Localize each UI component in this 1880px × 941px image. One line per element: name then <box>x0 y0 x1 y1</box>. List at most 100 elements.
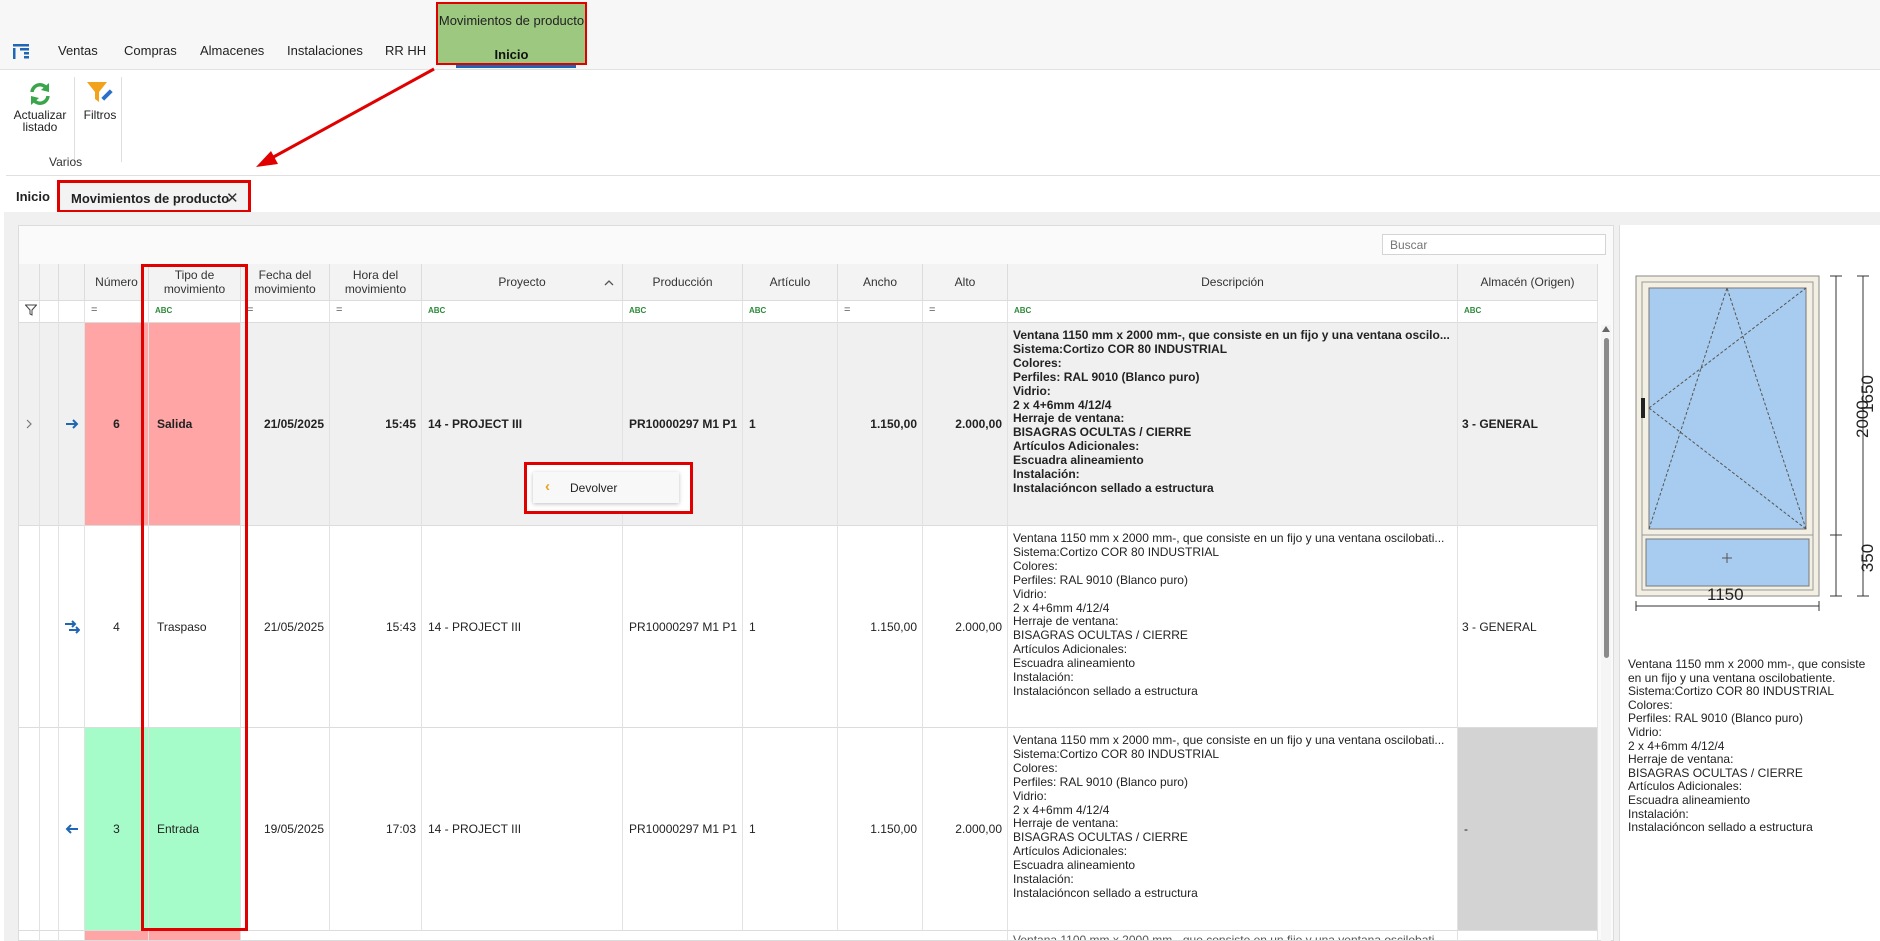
cell-almacen[interactable] <box>1458 931 1598 941</box>
ribbon: Actualizar listado Filtros Varios <box>6 71 1880 176</box>
header-numero[interactable]: Número <box>85 264 149 301</box>
menu-almacenes[interactable]: Almacenes <box>200 43 264 58</box>
cell-fecha[interactable]: 21/05/2025 <box>241 526 330 728</box>
header-almacen[interactable]: Almacén (Origen) <box>1458 264 1598 301</box>
header-ancho[interactable]: Ancho <box>838 264 923 301</box>
row-type-icon-cell <box>59 931 85 941</box>
filter-equals-icon: = <box>91 304 98 316</box>
filter-ancho[interactable]: = <box>838 301 923 323</box>
filter-equals-icon: = <box>336 304 343 316</box>
devolver-menu-item[interactable]: ‹ Devolver <box>533 472 679 503</box>
filter-equals-icon: = <box>929 304 936 316</box>
header-ancho-label: Ancho <box>862 275 898 289</box>
row-expand-button[interactable] <box>19 931 40 941</box>
cell-alto[interactable]: 2.000,00 <box>923 728 1008 931</box>
scroll-thumb[interactable] <box>1604 338 1609 658</box>
cell-articulo[interactable]: 1 <box>743 728 838 931</box>
header-alto[interactable]: Alto <box>923 264 1008 301</box>
row-select-cell[interactable] <box>40 728 59 931</box>
cell-alto[interactable]: 2.000,00 <box>923 526 1008 728</box>
cell-articulo[interactable]: 1 <box>743 526 838 728</box>
refresh-list-button[interactable]: Actualizar listado <box>12 79 68 133</box>
row-select-cell[interactable] <box>40 323 59 526</box>
refresh-icon <box>30 83 50 105</box>
filter-fecha[interactable]: = <box>241 301 330 323</box>
cell-fecha[interactable]: 21/05/2025 <box>241 323 330 526</box>
filter-icon <box>24 304 38 316</box>
row-expand-button[interactable] <box>19 323 40 526</box>
cell-ancho[interactable]: 1.150,00 <box>838 728 923 931</box>
cell-tipo[interactable] <box>149 931 241 941</box>
cell-almacen[interactable]: - <box>1458 728 1598 931</box>
filter-almacen[interactable]: ABC <box>1458 301 1598 323</box>
cell-descripcion[interactable]: Ventana 1100 mm x 2000 mm-, que consiste… <box>1008 931 1458 941</box>
transfer-arrows-icon <box>64 619 80 634</box>
header-proyecto-label: Proyecto <box>498 275 546 289</box>
search-input[interactable] <box>1382 234 1606 255</box>
filter-toggle[interactable] <box>19 301 40 323</box>
cell-numero[interactable] <box>85 931 149 941</box>
header-hora-line1: Hora del <box>352 268 399 282</box>
filter-text-icon: ABC <box>629 306 647 315</box>
filter-articulo[interactable]: ABC <box>743 301 838 323</box>
filter-proyecto[interactable]: ABC <box>422 301 623 323</box>
cell-descripcion[interactable]: Ventana 1150 mm x 2000 mm-, que consiste… <box>1008 323 1458 526</box>
cell-numero[interactable]: 4 <box>85 526 149 728</box>
cell-numero[interactable]: 6 <box>85 323 149 526</box>
header-articulo[interactable]: Artículo <box>743 264 838 301</box>
cell-almacen[interactable]: 3 - GENERAL <box>1458 526 1598 728</box>
app-logo-icon[interactable] <box>13 43 29 59</box>
cell-alto[interactable]: 2.000,00 <box>923 323 1008 526</box>
header-hora-line2: movimiento <box>344 282 407 296</box>
row-select-cell[interactable] <box>40 931 59 941</box>
dim-width: 1150 <box>1707 585 1744 604</box>
cell-descripcion[interactable]: Ventana 1150 mm x 2000 mm-, que consiste… <box>1008 728 1458 931</box>
menu-instalaciones[interactable]: Instalaciones <box>287 43 363 58</box>
header-descripcion[interactable]: Descripción <box>1008 264 1458 301</box>
header-hora[interactable]: Hora del movimiento <box>330 264 422 301</box>
doc-tab-movimientos[interactable]: Movimientos de producto ✕ <box>57 180 251 213</box>
cell-descripcion[interactable]: Ventana 1150 mm x 2000 mm-, que consiste… <box>1008 526 1458 728</box>
row-select-cell[interactable] <box>40 526 59 728</box>
cell-hora[interactable]: 15:45 <box>330 323 422 526</box>
cell-fecha[interactable]: 19/05/2025 <box>241 728 330 931</box>
filters-button[interactable]: Filtros <box>80 79 120 121</box>
arrow-left-icon <box>65 824 78 834</box>
cell-hora[interactable]: 15:43 <box>330 526 422 728</box>
header-articulo-label: Artículo <box>769 275 811 289</box>
row-partial[interactable] <box>241 931 1008 941</box>
filter-text-icon: ABC <box>428 306 446 315</box>
window-drawing <box>1635 275 1869 611</box>
cell-produccion[interactable]: PR10000297 M1 P1 <box>623 728 743 931</box>
cell-numero[interactable]: 3 <box>85 728 149 931</box>
cell-produccion[interactable]: PR10000297 M1 P1 <box>623 526 743 728</box>
tab-inicio-highlighted[interactable]: Movimientos de producto Inicio <box>436 2 587 68</box>
menu-compras[interactable]: Compras <box>124 43 177 58</box>
close-tab-icon[interactable]: ✕ <box>226 189 239 207</box>
filter-alto[interactable]: = <box>923 301 1008 323</box>
filter-produccion[interactable]: ABC <box>623 301 743 323</box>
header-fecha[interactable]: Fecha del movimiento <box>241 264 330 301</box>
scroll-up-icon[interactable] <box>1601 325 1611 333</box>
header-numero-label: Número <box>95 275 138 289</box>
header-proyecto[interactable]: Proyecto <box>422 264 623 301</box>
filter-descripcion[interactable]: ABC <box>1008 301 1458 323</box>
cell-ancho[interactable]: 1.150,00 <box>838 526 923 728</box>
cell-proyecto[interactable]: 14 - PROJECT III <box>422 728 623 931</box>
row-expand-button[interactable] <box>19 526 40 728</box>
filter-hora[interactable]: = <box>330 301 422 323</box>
cell-almacen[interactable]: 3 - GENERAL <box>1458 323 1598 526</box>
dim-height-bottom: 350 <box>1858 543 1878 573</box>
menu-rrhh[interactable]: RR HH <box>385 43 426 58</box>
header-fecha-line2: movimiento <box>254 282 316 296</box>
row-expand-button[interactable] <box>19 728 40 931</box>
menu-ventas[interactable]: Ventas <box>58 43 98 58</box>
cell-articulo[interactable]: 1 <box>743 323 838 526</box>
cell-hora[interactable]: 17:03 <box>330 728 422 931</box>
cell-proyecto[interactable]: 14 - PROJECT III <box>422 526 623 728</box>
cell-ancho[interactable]: 1.150,00 <box>838 323 923 526</box>
doc-tab-inicio[interactable]: Inicio <box>16 189 50 204</box>
preview-description: Ventana 1150 mm x 2000 mm-, que consiste… <box>1628 657 1866 835</box>
filter-numero[interactable]: = <box>85 301 149 323</box>
header-produccion[interactable]: Producción <box>623 264 743 301</box>
